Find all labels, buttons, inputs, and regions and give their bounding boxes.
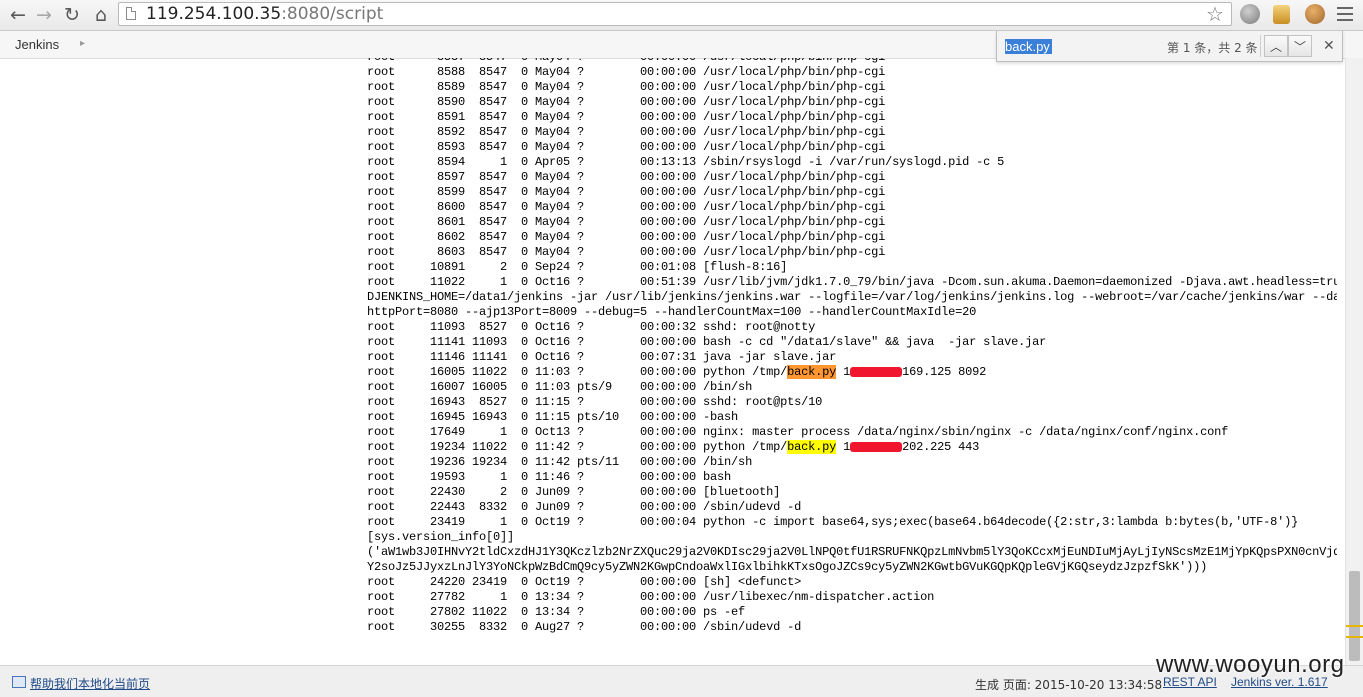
chevron-down-icon: ﹀: [1293, 39, 1306, 54]
console-line: Y2soJz5JJyxzLnJlY3YoNCkpWzBdCmQ9cy5yZWN2…: [367, 560, 1208, 574]
home-icon: ⌂: [94, 3, 108, 26]
console-line: root 11146 11141 0 Oct16 ? 00:07:31 java…: [367, 350, 837, 364]
localize-help-icon[interactable]: [12, 676, 26, 688]
reload-button[interactable]: ↻: [60, 3, 84, 27]
console-line: root 22430 2 0 Jun09 ? 00:00:00 [bluetoo…: [367, 485, 781, 499]
find-separator: [1260, 35, 1261, 57]
find-next-button[interactable]: ﹀: [1288, 35, 1312, 57]
console-line: root 11022 1 0 Oct16 ? 00:51:39 /usr/lib…: [367, 275, 1337, 289]
console-line: root 8588 8547 0 May04 ? 00:00:00 /usr/l…: [367, 65, 886, 79]
find-input[interactable]: [1003, 36, 1162, 56]
console-line: root 17649 1 0 Oct13 ? 00:00:00 nginx: m…: [367, 425, 1229, 439]
console-line: root 8599 8547 0 May04 ? 00:00:00 /usr/l…: [367, 185, 886, 199]
address-bar[interactable]: 119.254.100.35:8080/script: [118, 2, 1232, 26]
console-line: root 27782 1 0 13:34 ? 00:00:00 /usr/lib…: [367, 590, 935, 604]
console-line: root 23419 1 0 Oct19 ? 00:00:04 python -…: [367, 515, 1299, 529]
find-match-highlight: back.py: [787, 440, 837, 454]
console-line: root 30255 8332 0 Aug27 ? 00:00:00 /sbin…: [367, 620, 802, 634]
console-line: root 19234 11022 0 11:42 ? 00:00:00 pyth…: [367, 440, 980, 454]
find-match-count: 第 1 条，共 2 条: [1167, 41, 1258, 55]
reload-icon: ↻: [64, 3, 80, 26]
find-bar: 第 1 条，共 2 条 ︿ ﹀ ✕: [996, 31, 1343, 62]
console-line: root 8591 8547 0 May04 ? 00:00:00 /usr/l…: [367, 110, 886, 124]
browser-menu-icon[interactable]: [1337, 7, 1353, 21]
redaction-mark: [850, 366, 903, 377]
console-line: root 16943 8527 0 11:15 ? 00:00:00 sshd:…: [367, 395, 823, 409]
scrollbar-match-marker: [1346, 636, 1363, 638]
console-line: root 22443 8332 0 Jun09 ? 00:00:00 /sbin…: [367, 500, 802, 514]
redaction-mark: [850, 441, 903, 452]
script-console-output: root 8587 8547 0 May04 ? 00:00:00 /usr/l…: [367, 58, 1337, 665]
find-close-icon[interactable]: ✕: [1323, 38, 1335, 54]
arrow-right-icon: →: [36, 3, 52, 26]
find-previous-button[interactable]: ︿: [1264, 35, 1288, 57]
console-line: httpPort=8080 --ajp13Port=8009 --debug=5…: [367, 305, 977, 319]
console-line: root 8590 8547 0 May04 ? 00:00:00 /usr/l…: [367, 95, 886, 109]
page-generated-time: 生成 页面: 2015-10-20 13:34:58: [975, 678, 1163, 692]
console-line: root 27802 11022 0 13:34 ? 00:00:00 ps -…: [367, 605, 746, 619]
url-text[interactable]: 119.254.100.35:8080/script: [146, 4, 383, 24]
console-line: [sys.version_info[0]]: [367, 530, 515, 544]
console-line: root 10891 2 0 Sep24 ? 00:01:08 [flush-8…: [367, 260, 788, 274]
globe-extension-icon[interactable]: [1240, 4, 1260, 24]
console-line: root 8593 8547 0 May04 ? 00:00:00 /usr/l…: [367, 140, 886, 154]
console-line: ('aW1wb3J0IHNvY2tldCxzdHJ1Y3QKczlzb2NrZX…: [367, 545, 1337, 559]
page-icon: [126, 7, 136, 20]
forward-button[interactable]: →: [32, 3, 56, 27]
arrow-left-icon: ←: [10, 3, 26, 26]
console-line: root 16005 11022 0 11:03 ? 00:00:00 pyth…: [367, 365, 987, 379]
console-line: root 8594 1 0 Apr05 ? 00:13:13 /sbin/rsy…: [367, 155, 1005, 169]
home-button[interactable]: ⌂: [89, 3, 113, 27]
chevron-up-icon: ︿: [1269, 39, 1282, 54]
console-line: root 11093 8527 0 Oct16 ? 00:00:32 sshd:…: [367, 320, 816, 334]
breadcrumb-jenkins[interactable]: Jenkins: [15, 37, 59, 52]
bookmark-star-icon[interactable]: ☆: [1206, 2, 1224, 26]
console-line: root 19593 1 0 11:46 ? 00:00:00 bash: [367, 470, 732, 484]
console-line: root 8603 8547 0 May04 ? 00:00:00 /usr/l…: [367, 245, 886, 259]
localize-help-link[interactable]: 帮助我们本地化当前页: [30, 675, 150, 692]
console-line: root 8602 8547 0 May04 ? 00:00:00 /usr/l…: [367, 230, 886, 244]
watermark: www.wooyun.org: [1156, 651, 1345, 678]
console-line: root 8600 8547 0 May04 ? 00:00:00 /usr/l…: [367, 200, 886, 214]
browser-toolbar: ← → ↻ ⌂ 119.254.100.35:8080/script ☆: [0, 0, 1363, 31]
cookie-extension-icon[interactable]: [1305, 4, 1325, 24]
breadcrumb-arrow-icon[interactable]: ▸: [80, 38, 85, 49]
back-button[interactable]: ←: [6, 3, 30, 27]
console-line: root 8597 8547 0 May04 ? 00:00:00 /usr/l…: [367, 170, 886, 184]
notes-extension-icon[interactable]: [1273, 5, 1290, 24]
console-line: root 16007 16005 0 11:03 pts/9 00:00:00 …: [367, 380, 753, 394]
console-line: root 8592 8547 0 May04 ? 00:00:00 /usr/l…: [367, 125, 886, 139]
console-line: root 24220 23419 0 Oct19 ? 00:00:00 [sh]…: [367, 575, 802, 589]
console-line: root 8589 8547 0 May04 ? 00:00:00 /usr/l…: [367, 80, 886, 94]
scrollbar-match-marker: [1346, 625, 1363, 627]
console-line: root 8601 8547 0 May04 ? 00:00:00 /usr/l…: [367, 215, 886, 229]
console-line: root 19236 19234 0 11:42 pts/11 00:00:00…: [367, 455, 753, 469]
scrollbar-thumb[interactable]: [1349, 571, 1360, 661]
find-match-highlight: back.py: [787, 365, 837, 379]
console-line: root 11141 11093 0 Oct16 ? 00:00:00 bash…: [367, 335, 1047, 349]
page-scrollbar[interactable]: [1345, 58, 1363, 665]
console-line: root 16945 16943 0 11:15 pts/10 00:00:00…: [367, 410, 739, 424]
console-line: DJENKINS_HOME=/data1/jenkins -jar /usr/l…: [367, 290, 1337, 304]
